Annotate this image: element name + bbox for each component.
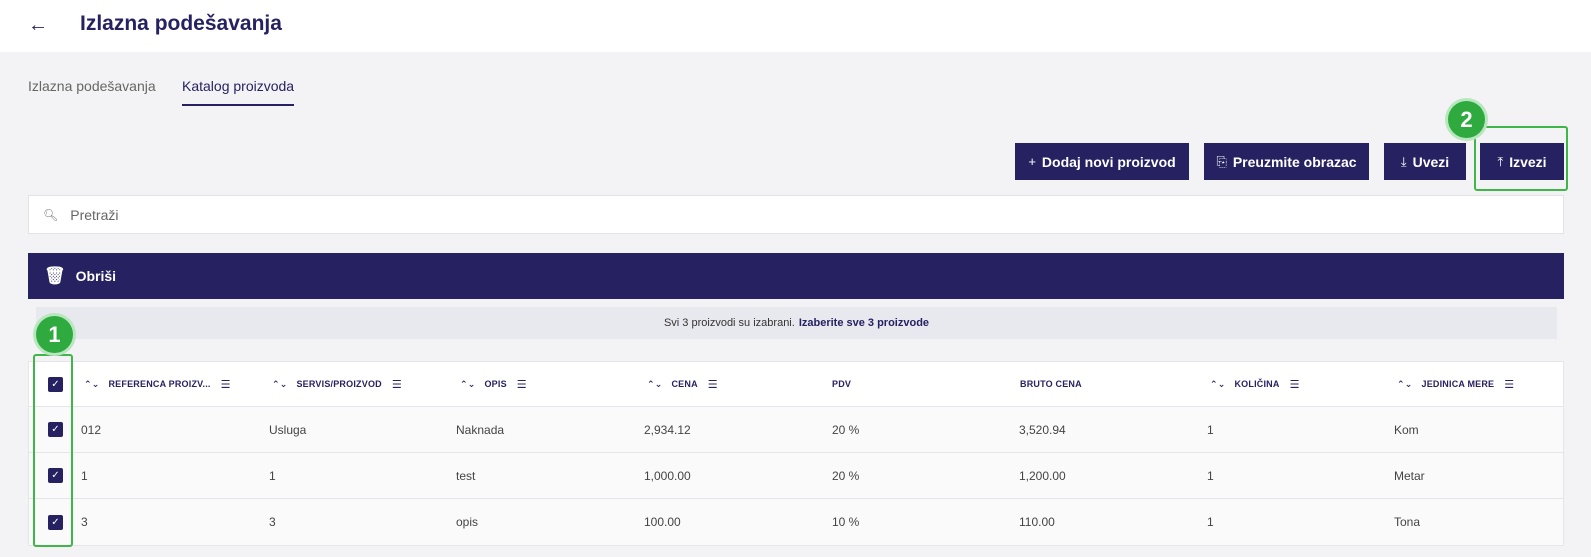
col-gross-price-label: BRUTO CENA [1020,379,1082,389]
cell-service: 3 [269,515,276,529]
delete-label: Obriši [75,268,117,284]
cell-gross-price: 3,520.94 [1019,422,1066,437]
checkbox-column-highlight [33,354,73,547]
cell-quantity: 1 [1207,515,1214,529]
cell-price: 100.00 [644,515,681,529]
col-price[interactable]: ⌃⌄ CENA ☰ [647,362,718,406]
col-price-label: CENA [671,379,698,389]
col-reference-label: REFERENCA PROIZV... [108,379,211,389]
search-bar[interactable]: 🔍︎ [28,195,1564,234]
col-service-product[interactable]: ⌃⌄ SERVIS/PROIZVOD ☰ [272,362,402,406]
cell-price: 2,934.12 [644,422,691,437]
cell-description: Naknada [456,422,505,437]
search-icon: 🔍︎ [43,207,59,222]
cell-vat: 20 % [832,422,860,437]
col-service-product-label: SERVIS/PROIZVOD [296,379,382,389]
file-download-icon: ⎘ [1216,153,1227,169]
cell-vat: 20 % [832,468,860,483]
cell-unit: Kom [1394,422,1419,437]
active-tab-indicator [182,104,294,106]
add-product-label: Dodaj novi proizvod [1041,153,1176,170]
export-highlight-box [1474,126,1568,191]
col-reference[interactable]: ⌃⌄ REFERENCA PROIZV... ☰ [84,362,231,406]
download-template-label: Preuzmite obrazac [1232,153,1357,170]
col-unit-label: JEDINICA MERE [1421,379,1495,389]
delete-bar[interactable]: 🗑︎ Obriši [28,253,1564,299]
col-quantity[interactable]: ⌃⌄ KOLIČINA ☰ [1210,362,1300,406]
sort-icon[interactable]: ⌃⌄ [647,379,662,390]
sort-icon[interactable]: ⌃⌄ [84,379,99,390]
cell-gross-price: 1,200.00 [1019,468,1066,483]
col-description[interactable]: ⌃⌄ OPIS ☰ [460,362,527,406]
col-vat-label: PDV [832,379,852,389]
table-header-row: ✓ ⌃⌄ REFERENCA PROIZV... ☰ ⌃⌄ SERVIS/PRO… [29,362,1563,407]
cell-gross-price: 110.00 [1019,515,1055,529]
cell-description: opis [456,515,479,529]
trash-icon: 🗑︎ [44,266,66,285]
page-title: Izlazna podešavanja [80,12,282,35]
filter-icon[interactable]: ☰ [1504,378,1514,391]
sort-icon[interactable]: ⌃⌄ [1397,379,1412,390]
cell-reference: 012 [81,422,102,437]
selection-info-bar: Svi 3 proizvodi su izabrani. Izaberite s… [36,307,1557,339]
sort-icon[interactable]: ⌃⌄ [460,379,475,390]
cell-price: 1,000.00 [644,468,691,483]
cell-description: test [456,468,476,483]
tab-output-settings[interactable]: Izlazna podešavanja [28,78,156,94]
import-icon: ⤓ [1400,153,1407,169]
tab-product-catalog[interactable]: Katalog proizvoda [182,78,294,94]
sort-icon[interactable]: ⌃⌄ [1210,379,1225,390]
select-all-link[interactable]: Izaberite sve 3 proizvode [799,317,929,329]
cell-service: Usluga [269,422,307,437]
download-template-button[interactable]: ⎘ Preuzmite obrazac [1204,143,1369,180]
plus-icon: + [1028,154,1036,169]
search-input[interactable] [70,206,1471,223]
table-row[interactable]: ✓ 1 1 test 1,000.00 20 % 1,200.00 1 Meta… [29,453,1563,499]
selection-text: Svi 3 proizvodi su izabrani. [663,317,795,329]
filter-icon[interactable]: ☰ [1290,378,1300,391]
col-vat: PDV [832,362,851,406]
filter-icon[interactable]: ☰ [392,378,402,391]
import-button[interactable]: ⤓ Uvezi [1384,143,1466,180]
cell-vat: 10 % [832,515,860,529]
import-label: Uvezi [1412,153,1450,170]
cell-reference: 1 [81,468,88,483]
cell-reference: 3 [81,515,88,529]
sort-icon[interactable]: ⌃⌄ [272,379,287,390]
cell-unit: Metar [1394,468,1425,483]
products-table: ✓ ⌃⌄ REFERENCA PROIZV... ☰ ⌃⌄ SERVIS/PRO… [28,361,1564,546]
col-unit[interactable]: ⌃⌄ JEDINICA MERE ☰ [1397,362,1514,406]
col-quantity-label: KOLIČINA [1234,379,1280,389]
table-row[interactable]: ✓ 012 Usluga Naknada 2,934.12 20 % 3,520… [29,407,1563,453]
step-marker-2: 2 [1448,101,1485,138]
cell-service: 1 [269,468,276,483]
table-row[interactable]: ✓ 3 3 opis 100.00 10 % 110.00 1 Tona [29,499,1563,545]
cell-unit: Tona [1394,515,1421,529]
step-marker-1: 1 [36,316,73,353]
cell-quantity: 1 [1207,422,1214,437]
filter-icon[interactable]: ☰ [708,378,718,391]
filter-icon[interactable]: ☰ [221,378,231,391]
add-product-button[interactable]: + Dodaj novi proizvod [1015,143,1189,180]
cell-quantity: 1 [1207,468,1214,483]
filter-icon[interactable]: ☰ [517,378,527,391]
col-gross-price: BRUTO CENA [1020,362,1082,406]
back-arrow-icon[interactable]: ← [28,13,52,37]
col-description-label: OPIS [484,379,507,389]
top-header: ← Izlazna podešavanja [0,0,1591,52]
